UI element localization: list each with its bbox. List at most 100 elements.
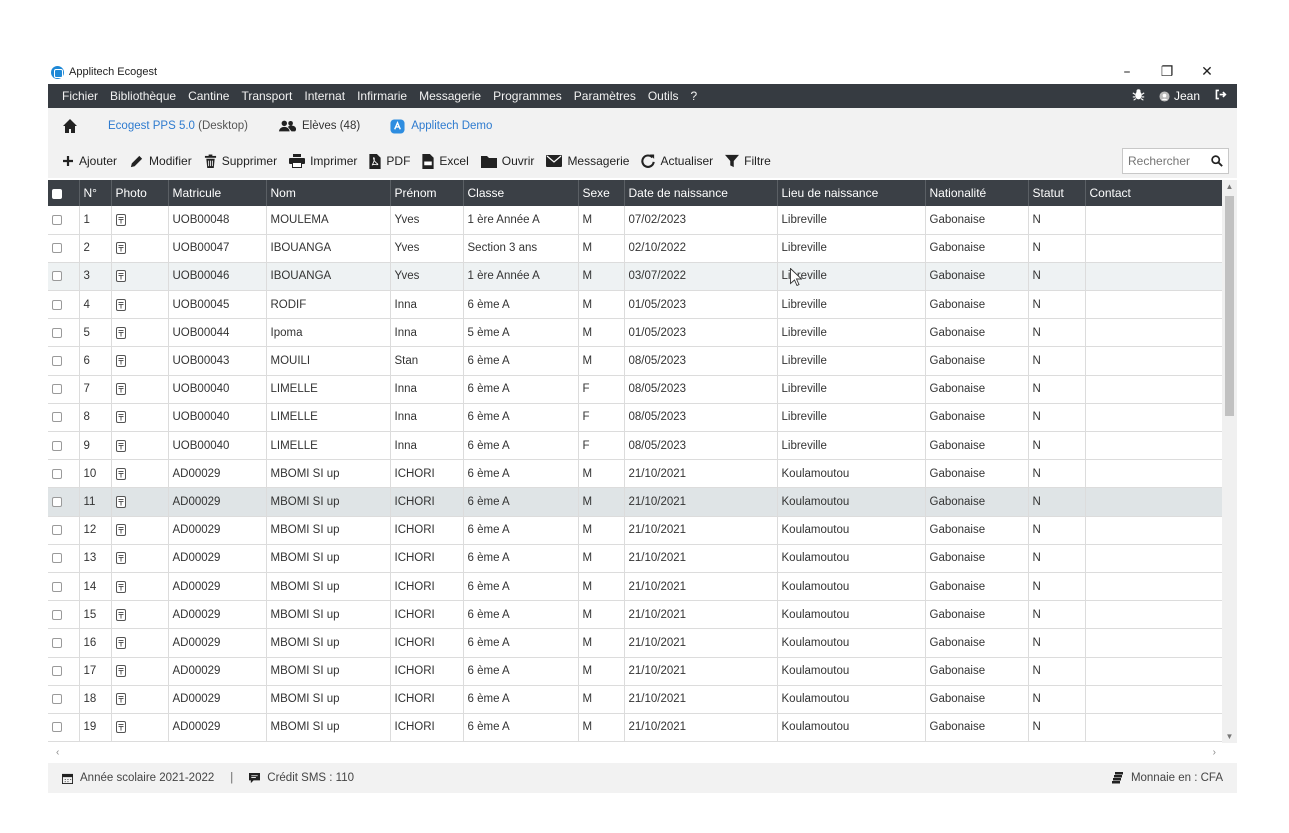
cell-photo[interactable] [111, 657, 169, 686]
table-row[interactable]: 15 AD00029 MBOMI SI up ICHORI 6 ème A M 21/10/… [48, 600, 1222, 630]
cell-photo[interactable] [111, 628, 169, 658]
table-row[interactable]: 13 AD00029 MBOMI SI up ICHORI 6 ème A M 21/10/… [48, 544, 1222, 573]
cell-photo[interactable] [111, 234, 169, 263]
table-row[interactable]: 4 UOB00045 RODIF Inna 6 ème A M 01/05/2023 Libr… [48, 290, 1222, 320]
row-checkbox[interactable] [52, 722, 62, 733]
table-row[interactable]: 5 UOB00044 Ipoma Inna 5 ème A M 01/05/2023 Libr… [48, 318, 1222, 348]
row-checkbox[interactable] [52, 666, 62, 677]
menu-fichier[interactable]: Fichier [48, 89, 104, 103]
user-menu[interactable]: Jean [1159, 89, 1200, 103]
table-row[interactable]: 6 UOB00043 MOUILI Stan 6 ème A M 08/05/2023 Lib… [48, 346, 1222, 376]
col-header-prenom[interactable]: Prénom [390, 180, 464, 206]
row-select-cell[interactable] [48, 262, 80, 292]
cell-photo[interactable] [111, 487, 169, 517]
cell-photo[interactable] [111, 431, 169, 461]
excel-button[interactable]: Excel [422, 153, 469, 169]
row-select-cell[interactable] [48, 544, 80, 573]
cell-photo[interactable] [111, 600, 169, 630]
row-checkbox[interactable] [52, 496, 62, 507]
close-button[interactable]: ✕ [1187, 64, 1227, 80]
cell-photo[interactable] [111, 290, 169, 320]
cell-photo[interactable] [111, 572, 169, 602]
cell-photo[interactable] [111, 713, 169, 743]
table-row[interactable]: 14 AD00029 MBOMI SI up ICHORI 6 ème A M 21/10/… [48, 572, 1222, 602]
row-checkbox[interactable] [52, 384, 62, 395]
row-select-cell[interactable] [48, 600, 80, 630]
row-checkbox[interactable] [52, 327, 62, 338]
menu-messagerie[interactable]: Messagerie [413, 89, 487, 103]
col-header-sexe[interactable]: Sexe [578, 180, 625, 206]
row-select-cell[interactable] [48, 346, 80, 376]
scroll-right-icon[interactable]: › [1213, 747, 1216, 758]
row-checkbox[interactable] [52, 440, 62, 451]
cell-photo[interactable] [111, 403, 169, 433]
table-row[interactable]: 19 AD00029 MBOMI SI up ICHORI 6 ème A M 21/10/… [48, 713, 1222, 743]
cell-photo[interactable] [111, 685, 169, 714]
col-header-statut[interactable]: Statut [1028, 180, 1086, 206]
row-select-cell[interactable] [48, 713, 80, 743]
row-select-cell[interactable] [48, 318, 80, 348]
scroll-left-icon[interactable]: ‹ [56, 747, 59, 758]
row-checkbox[interactable] [52, 214, 62, 225]
menu-help[interactable]: ? [685, 89, 704, 103]
logout-icon[interactable] [1214, 88, 1227, 104]
delete-button[interactable]: Supprimer [204, 154, 277, 169]
row-select-cell[interactable] [48, 431, 80, 461]
cell-photo[interactable] [111, 459, 169, 489]
search-icon[interactable] [1211, 155, 1223, 167]
table-row[interactable]: 9 UOB00040 LIMELLE Inna 6 ème A F 08/05/2023 Li… [48, 431, 1222, 461]
row-checkbox[interactable] [52, 525, 62, 536]
table-row[interactable]: 10 AD00029 MBOMI SI up ICHORI 6 ème A M 21/10/… [48, 459, 1222, 489]
cell-photo[interactable] [111, 262, 169, 292]
row-select-cell[interactable] [48, 628, 80, 658]
row-select-cell[interactable] [48, 290, 80, 320]
table-row[interactable]: 18 AD00029 MBOMI SI up ICHORI 6 ème A M 21/10/… [48, 685, 1222, 714]
col-header-nationalite[interactable]: Nationalité [925, 180, 1029, 206]
table-row[interactable]: 7 UOB00040 LIMELLE Inna 6 ème A F 08/05/2023 Li… [48, 375, 1222, 404]
row-checkbox[interactable] [52, 581, 62, 592]
row-select-cell[interactable] [48, 234, 80, 263]
menu-transport[interactable]: Transport [235, 89, 298, 103]
select-all-header[interactable] [48, 180, 80, 206]
row-select-cell[interactable] [48, 657, 80, 686]
table-row[interactable]: 16 AD00029 MBOMI SI up ICHORI 6 ème A M 21/10/… [48, 628, 1222, 658]
col-header-classe[interactable]: Classe [463, 180, 579, 206]
refresh-button[interactable]: Actualiser [641, 154, 713, 168]
row-select-cell[interactable] [48, 206, 80, 235]
cell-photo[interactable] [111, 346, 169, 376]
table-row[interactable]: 12 AD00029 MBOMI SI up ICHORI 6 ème A M 21/10/… [48, 516, 1222, 545]
menu-cantine[interactable]: Cantine [182, 89, 235, 103]
tab-eleves[interactable]: Elèves (48) [278, 119, 360, 133]
table-row[interactable]: 8 UOB00040 LIMELLE Inna 6 ème A F 08/05/2023 Li… [48, 403, 1222, 433]
cell-photo[interactable] [111, 544, 169, 573]
row-checkbox[interactable] [52, 609, 62, 620]
menu-bibliotheque[interactable]: Bibliothèque [104, 89, 182, 103]
table-row[interactable]: 2 UOB00047 IBOUANGA Yves Section 3 ans M 02/10… [48, 234, 1222, 263]
messaging-button[interactable]: Messagerie [546, 154, 629, 168]
cell-photo[interactable] [111, 375, 169, 404]
cell-photo[interactable] [111, 516, 169, 545]
tab-applitech-demo[interactable]: Applitech Demo [390, 118, 492, 134]
menu-outils[interactable]: Outils [642, 89, 685, 103]
search-input[interactable] [1123, 154, 1203, 168]
row-select-cell[interactable] [48, 375, 80, 404]
select-all-checkbox[interactable] [52, 188, 62, 199]
table-row[interactable]: 11 AD00029 MBOMI SI up ICHORI 6 ème A M 21/10/… [48, 487, 1222, 517]
table-row[interactable]: 17 AD00029 MBOMI SI up ICHORI 6 ème A M 21/10/… [48, 657, 1222, 686]
home-icon[interactable] [62, 118, 78, 134]
table-row[interactable]: 3 UOB00046 IBOUANGA Yves 1 ère Année A M 03/07… [48, 262, 1222, 292]
row-select-cell[interactable] [48, 403, 80, 433]
row-checkbox[interactable] [52, 243, 62, 254]
edit-button[interactable]: Modifier [129, 154, 192, 169]
row-checkbox[interactable] [52, 694, 62, 705]
open-button[interactable]: Ouvrir [480, 154, 534, 168]
col-header-date-naissance[interactable]: Date de naissance [624, 180, 778, 206]
col-header-photo[interactable]: Photo [111, 180, 169, 206]
scroll-down-icon[interactable]: ▼ [1222, 732, 1237, 741]
row-checkbox[interactable] [52, 468, 62, 479]
row-select-cell[interactable] [48, 685, 80, 714]
row-checkbox[interactable] [52, 553, 62, 564]
table-row[interactable]: 1 UOB00048 MOULEMA Yves 1 ère Année A M 07/02/… [48, 206, 1222, 235]
col-header-number[interactable]: N° [79, 180, 112, 206]
minimize-button[interactable]: – [1107, 64, 1147, 80]
